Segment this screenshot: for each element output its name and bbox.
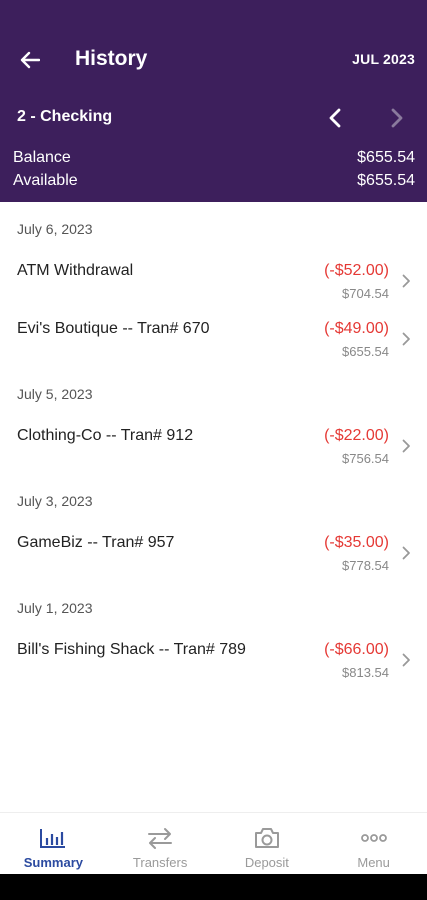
- tab-label: Transfers: [132, 855, 188, 870]
- date-header: July 3, 2023: [17, 493, 93, 509]
- transaction-description: Clothing-Co -- Tran# 912: [17, 427, 194, 444]
- more-dots-icon: [359, 825, 389, 851]
- tab-menu[interactable]: Menu: [320, 813, 427, 874]
- account-name: 2 - Checking: [17, 108, 113, 125]
- chevron-right-icon: [399, 542, 413, 564]
- system-navigation-bar: [0, 874, 427, 900]
- transaction-balance: $756.54: [342, 451, 389, 466]
- balance-label: Balance: [13, 149, 71, 166]
- transaction-description: GameBiz -- Tran# 957: [17, 534, 175, 551]
- page-title: History: [75, 47, 148, 70]
- chevron-right-icon: [399, 270, 413, 292]
- transaction-balance: $778.54: [342, 558, 389, 573]
- transaction-description: Bill's Fishing Shack -- Tran# 789: [17, 641, 246, 658]
- transaction-description: ATM Withdrawal: [17, 262, 134, 279]
- transaction-balance: $813.54: [342, 665, 389, 680]
- transaction-amount: (-$49.00): [324, 320, 389, 337]
- month-selector[interactable]: JUL 2023: [352, 51, 415, 67]
- transaction-amount: (-$52.00): [324, 262, 389, 279]
- transaction-description: Evi's Boutique -- Tran# 670: [17, 320, 210, 337]
- transaction-balance: $704.54: [342, 286, 389, 301]
- chevron-right-icon: [399, 435, 413, 457]
- tab-transfers[interactable]: Transfers: [107, 813, 214, 874]
- transaction-amount: (-$66.00): [324, 641, 389, 658]
- transaction-row[interactable]: GameBiz -- Tran# 957 (-$35.00) $778.54: [0, 528, 427, 584]
- tab-label: Summary: [23, 855, 83, 870]
- tab-summary[interactable]: Summary: [0, 813, 107, 874]
- next-account-button[interactable]: [384, 104, 410, 132]
- transaction-row[interactable]: Clothing-Co -- Tran# 912 (-$22.00) $756.…: [0, 421, 427, 477]
- transaction-amount: (-$35.00): [324, 534, 389, 551]
- header: History JUL 2023 2 - Checking Balance $6…: [0, 30, 427, 202]
- date-header: July 1, 2023: [17, 600, 93, 616]
- chevron-right-icon: [399, 328, 413, 350]
- arrow-left-icon: [20, 51, 40, 69]
- tab-label: Deposit: [244, 855, 289, 870]
- transaction-amount: (-$22.00): [324, 427, 389, 444]
- tab-label: Menu: [357, 855, 390, 870]
- balance-value: $655.54: [357, 149, 415, 166]
- camera-icon: [252, 825, 282, 851]
- chevron-left-icon: [329, 108, 341, 128]
- transfer-arrows-icon: [145, 825, 175, 851]
- tab-deposit[interactable]: Deposit: [214, 813, 321, 874]
- bar-chart-icon: [38, 825, 68, 851]
- date-header: July 6, 2023: [17, 221, 93, 237]
- previous-account-button[interactable]: [322, 104, 348, 132]
- available-value: $655.54: [357, 172, 415, 189]
- transaction-row[interactable]: Evi's Boutique -- Tran# 670 (-$49.00) $6…: [0, 314, 427, 370]
- status-bar: [0, 0, 427, 30]
- transaction-row[interactable]: ATM Withdrawal (-$52.00) $704.54: [0, 256, 427, 312]
- chevron-right-icon: [399, 649, 413, 671]
- transaction-row[interactable]: Bill's Fishing Shack -- Tran# 789 (-$66.…: [0, 635, 427, 691]
- available-label: Available: [13, 172, 78, 189]
- bottom-tab-bar: Summary Transfers Deposit Menu: [0, 812, 427, 874]
- transaction-balance: $655.54: [342, 344, 389, 359]
- date-header: July 5, 2023: [17, 386, 93, 402]
- back-button[interactable]: [14, 46, 46, 74]
- chevron-right-icon: [391, 108, 403, 128]
